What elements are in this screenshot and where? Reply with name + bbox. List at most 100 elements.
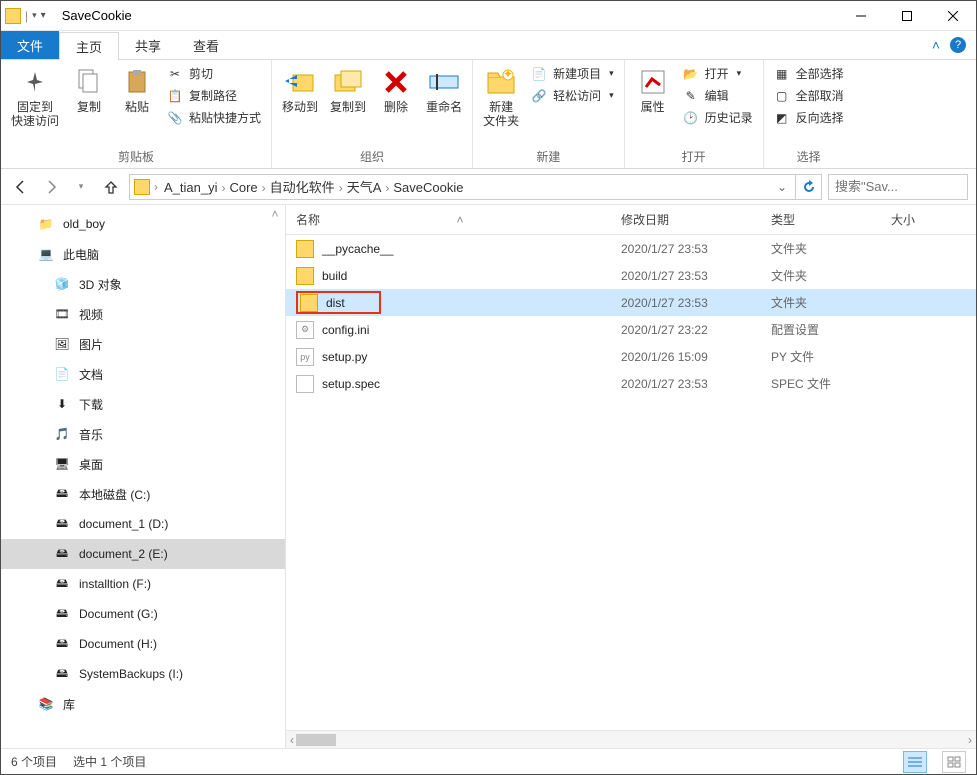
tab-file[interactable]: 文件 [1, 31, 59, 59]
table-row[interactable]: build2020/1/27 23:53文件夹 [286, 262, 976, 289]
scroll-right-icon[interactable]: › [968, 733, 972, 747]
details-view-button[interactable] [903, 751, 927, 773]
qat-dropdown-icon[interactable]: ▾ [32, 10, 37, 21]
nav-item[interactable]: 🖴document_1 (D:) [1, 509, 285, 539]
copy-to-button[interactable]: 复制到 [324, 62, 372, 118]
history-button[interactable]: 🕑历史记录 [681, 108, 755, 127]
nav-item[interactable]: 🖴Document (G:) [1, 599, 285, 629]
help-icon[interactable]: ? [950, 37, 966, 53]
file-list[interactable]: __pycache__2020/1/27 23:53文件夹build2020/1… [286, 235, 976, 730]
history-icon: 🕑 [683, 110, 699, 126]
copy-path-button[interactable]: 📋复制路径 [165, 86, 263, 105]
table-row[interactable]: dist2020/1/27 23:53文件夹 [286, 289, 976, 316]
tab-view[interactable]: 查看 [177, 31, 235, 59]
group-organize: 移动到 复制到 删除 重命名 组织 [272, 60, 473, 168]
nav-item-label: 文档 [79, 366, 103, 383]
ribbon-collapse-icon[interactable]: ˄ [932, 37, 940, 53]
col-date[interactable]: 修改日期 [611, 211, 761, 228]
table-row[interactable]: pysetup.py2020/1/26 15:09PY 文件 [286, 343, 976, 370]
folder-icon [296, 240, 314, 258]
scroll-thumb[interactable] [296, 734, 336, 746]
scroll-up-icon[interactable]: ˄ [267, 207, 283, 223]
tab-home[interactable]: 主页 [59, 32, 119, 60]
search-input[interactable] [835, 179, 977, 194]
ribbon-tabs: 文件 主页 共享 查看 ˄ ? [1, 31, 976, 59]
desktop-icon: 🖥 [53, 455, 71, 473]
nav-item[interactable]: 📄文档 [1, 359, 285, 389]
edit-button[interactable]: ✎编辑 [681, 86, 755, 105]
easy-access-button[interactable]: 🔗轻松访问▾ [529, 86, 616, 105]
nav-item[interactable]: 🖼图片 [1, 329, 285, 359]
forward-button[interactable] [39, 175, 63, 199]
nav-item[interactable]: 🎞视频 [1, 299, 285, 329]
nav-item[interactable]: 🎵音乐 [1, 419, 285, 449]
edit-icon: ✎ [683, 88, 699, 104]
col-size[interactable]: 大小 [881, 211, 976, 228]
open-button[interactable]: 📂打开▾ [681, 64, 755, 83]
nav-item[interactable]: 🖴SystemBackups (I:) [1, 659, 285, 689]
maximize-button[interactable] [884, 1, 930, 31]
nav-item[interactable]: 🖴installtion (F:) [1, 569, 285, 599]
downloads-icon: ⬇ [53, 395, 71, 413]
drive-icon: 🖴 [53, 515, 71, 533]
nav-item[interactable]: 🖥桌面 [1, 449, 285, 479]
back-button[interactable] [9, 175, 33, 199]
select-none-button[interactable]: ▢全部取消 [772, 86, 846, 105]
crumb-segment[interactable]: A_tian_yi [160, 180, 221, 195]
breadcrumb[interactable]: › A_tian_yi›Core›自动化软件›天气A›SaveCookie ⌄ [129, 174, 796, 200]
nav-item[interactable]: ⬇下载 [1, 389, 285, 419]
invert-selection-button[interactable]: ◩反向选择 [772, 108, 846, 127]
crumb-segment[interactable]: Core [225, 180, 261, 195]
window-controls [838, 1, 976, 31]
minimize-button[interactable] [838, 1, 884, 31]
crumb-segment[interactable]: SaveCookie [389, 180, 467, 195]
scroll-left-icon[interactable]: ‹ [290, 733, 294, 747]
select-all-button[interactable]: ▦全部选择 [772, 64, 846, 83]
chevron-right-icon[interactable]: › [154, 180, 158, 194]
nav-item[interactable]: 📚库 [1, 689, 285, 719]
drive-icon: 🖴 [53, 605, 71, 623]
nav-item-label: 3D 对象 [79, 276, 122, 293]
rename-button[interactable]: 重命名 [420, 62, 468, 118]
table-row[interactable]: __pycache__2020/1/27 23:53文件夹 [286, 235, 976, 262]
nav-item[interactable]: 💻此电脑 [1, 239, 285, 269]
delete-button[interactable]: 删除 [372, 62, 420, 118]
drive-icon: 🖴 [53, 635, 71, 653]
up-button[interactable] [99, 175, 123, 199]
nav-item[interactable]: 🖴本地磁盘 (C:) [1, 479, 285, 509]
copy-button[interactable]: 复制 [65, 62, 113, 118]
search-box[interactable] [828, 174, 968, 200]
col-type[interactable]: 类型 [761, 211, 881, 228]
paste-button[interactable]: 粘贴 [113, 62, 161, 118]
move-to-button[interactable]: 移动到 [276, 62, 324, 118]
properties-button[interactable]: 属性 [629, 62, 677, 118]
nav-pane[interactable]: ˄ 📁old_boy💻此电脑🧊3D 对象🎞视频🖼图片📄文档⬇下载🎵音乐🖥桌面🖴本… [1, 205, 286, 748]
table-row[interactable]: ⚙config.ini2020/1/27 23:22配置设置 [286, 316, 976, 343]
nav-item[interactable]: 🖴document_2 (E:) [1, 539, 285, 569]
recent-locations-button[interactable]: ▾ [69, 175, 93, 199]
table-row[interactable]: setup.spec2020/1/27 23:53SPEC 文件 [286, 370, 976, 397]
cut-button[interactable]: ✂剪切 [165, 64, 263, 83]
invert-selection-icon: ◩ [774, 110, 790, 126]
address-bar: ▾ › A_tian_yi›Core›自动化软件›天气A›SaveCookie … [1, 169, 976, 205]
thumbnails-view-button[interactable] [942, 751, 966, 773]
nav-item[interactable]: 🖴Document (H:) [1, 629, 285, 659]
paste-shortcut-button[interactable]: 📎粘贴快捷方式 [165, 108, 263, 127]
new-item-button[interactable]: 📄新建项目▾ [529, 64, 616, 83]
close-button[interactable] [930, 1, 976, 31]
qat-overflow-icon[interactable]: ▾ [41, 10, 46, 21]
file-date: 2020/1/27 23:22 [611, 323, 761, 337]
highlight-box: dist [296, 291, 381, 314]
col-name[interactable]: 名称˄ [286, 211, 611, 228]
nav-item[interactable]: 📁old_boy [1, 209, 285, 239]
pin-quickaccess-button[interactable]: 固定到 快速访问 [5, 62, 65, 133]
nav-item[interactable]: 🧊3D 对象 [1, 269, 285, 299]
crumb-segment[interactable]: 天气A [343, 180, 386, 195]
horizontal-scrollbar[interactable]: ‹ › [286, 730, 976, 748]
address-dropdown-icon[interactable]: ⌄ [773, 180, 791, 194]
crumb-segment[interactable]: 自动化软件 [266, 180, 339, 195]
new-folder-button[interactable]: ✦ 新建 文件夹 [477, 62, 525, 133]
window-title: SaveCookie [62, 8, 838, 23]
refresh-button[interactable] [796, 174, 822, 200]
tab-share[interactable]: 共享 [119, 31, 177, 59]
